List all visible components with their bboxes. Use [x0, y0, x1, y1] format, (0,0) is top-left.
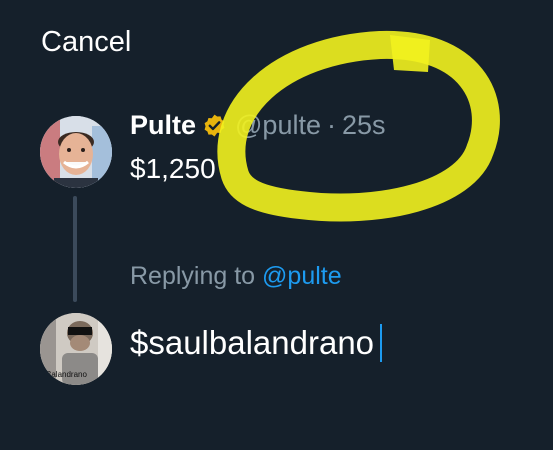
replying-to-mention[interactable]: @pulte	[262, 262, 342, 290]
replying-prefix: Replying to	[130, 262, 256, 290]
tweet-text: $1,250	[130, 153, 216, 184]
avatar-reply-user[interactable]: Balandrano	[40, 313, 112, 385]
author-name[interactable]: Pulte	[130, 110, 196, 141]
tweet-time[interactable]: 25s	[342, 110, 386, 141]
tweet-header: Pulte @pulte · 25s	[130, 110, 386, 141]
avatar-pulte-image	[40, 116, 112, 188]
replying-to-line: Replying to @pulte	[130, 262, 342, 291]
avatar-caption: Balandrano	[46, 370, 87, 379]
author-handle[interactable]: @pulte	[235, 110, 321, 141]
cancel-button[interactable]: Cancel	[41, 26, 131, 59]
verified-badge-icon	[204, 114, 225, 137]
avatar-pulte[interactable]	[40, 116, 112, 188]
separator-dot: ·	[326, 110, 336, 140]
thread-connector-line	[73, 196, 77, 302]
text-caret	[380, 324, 383, 362]
reply-compose-input[interactable]: $saulbalandrano	[130, 324, 383, 362]
reply-draft-text: $saulbalandrano	[130, 324, 375, 361]
